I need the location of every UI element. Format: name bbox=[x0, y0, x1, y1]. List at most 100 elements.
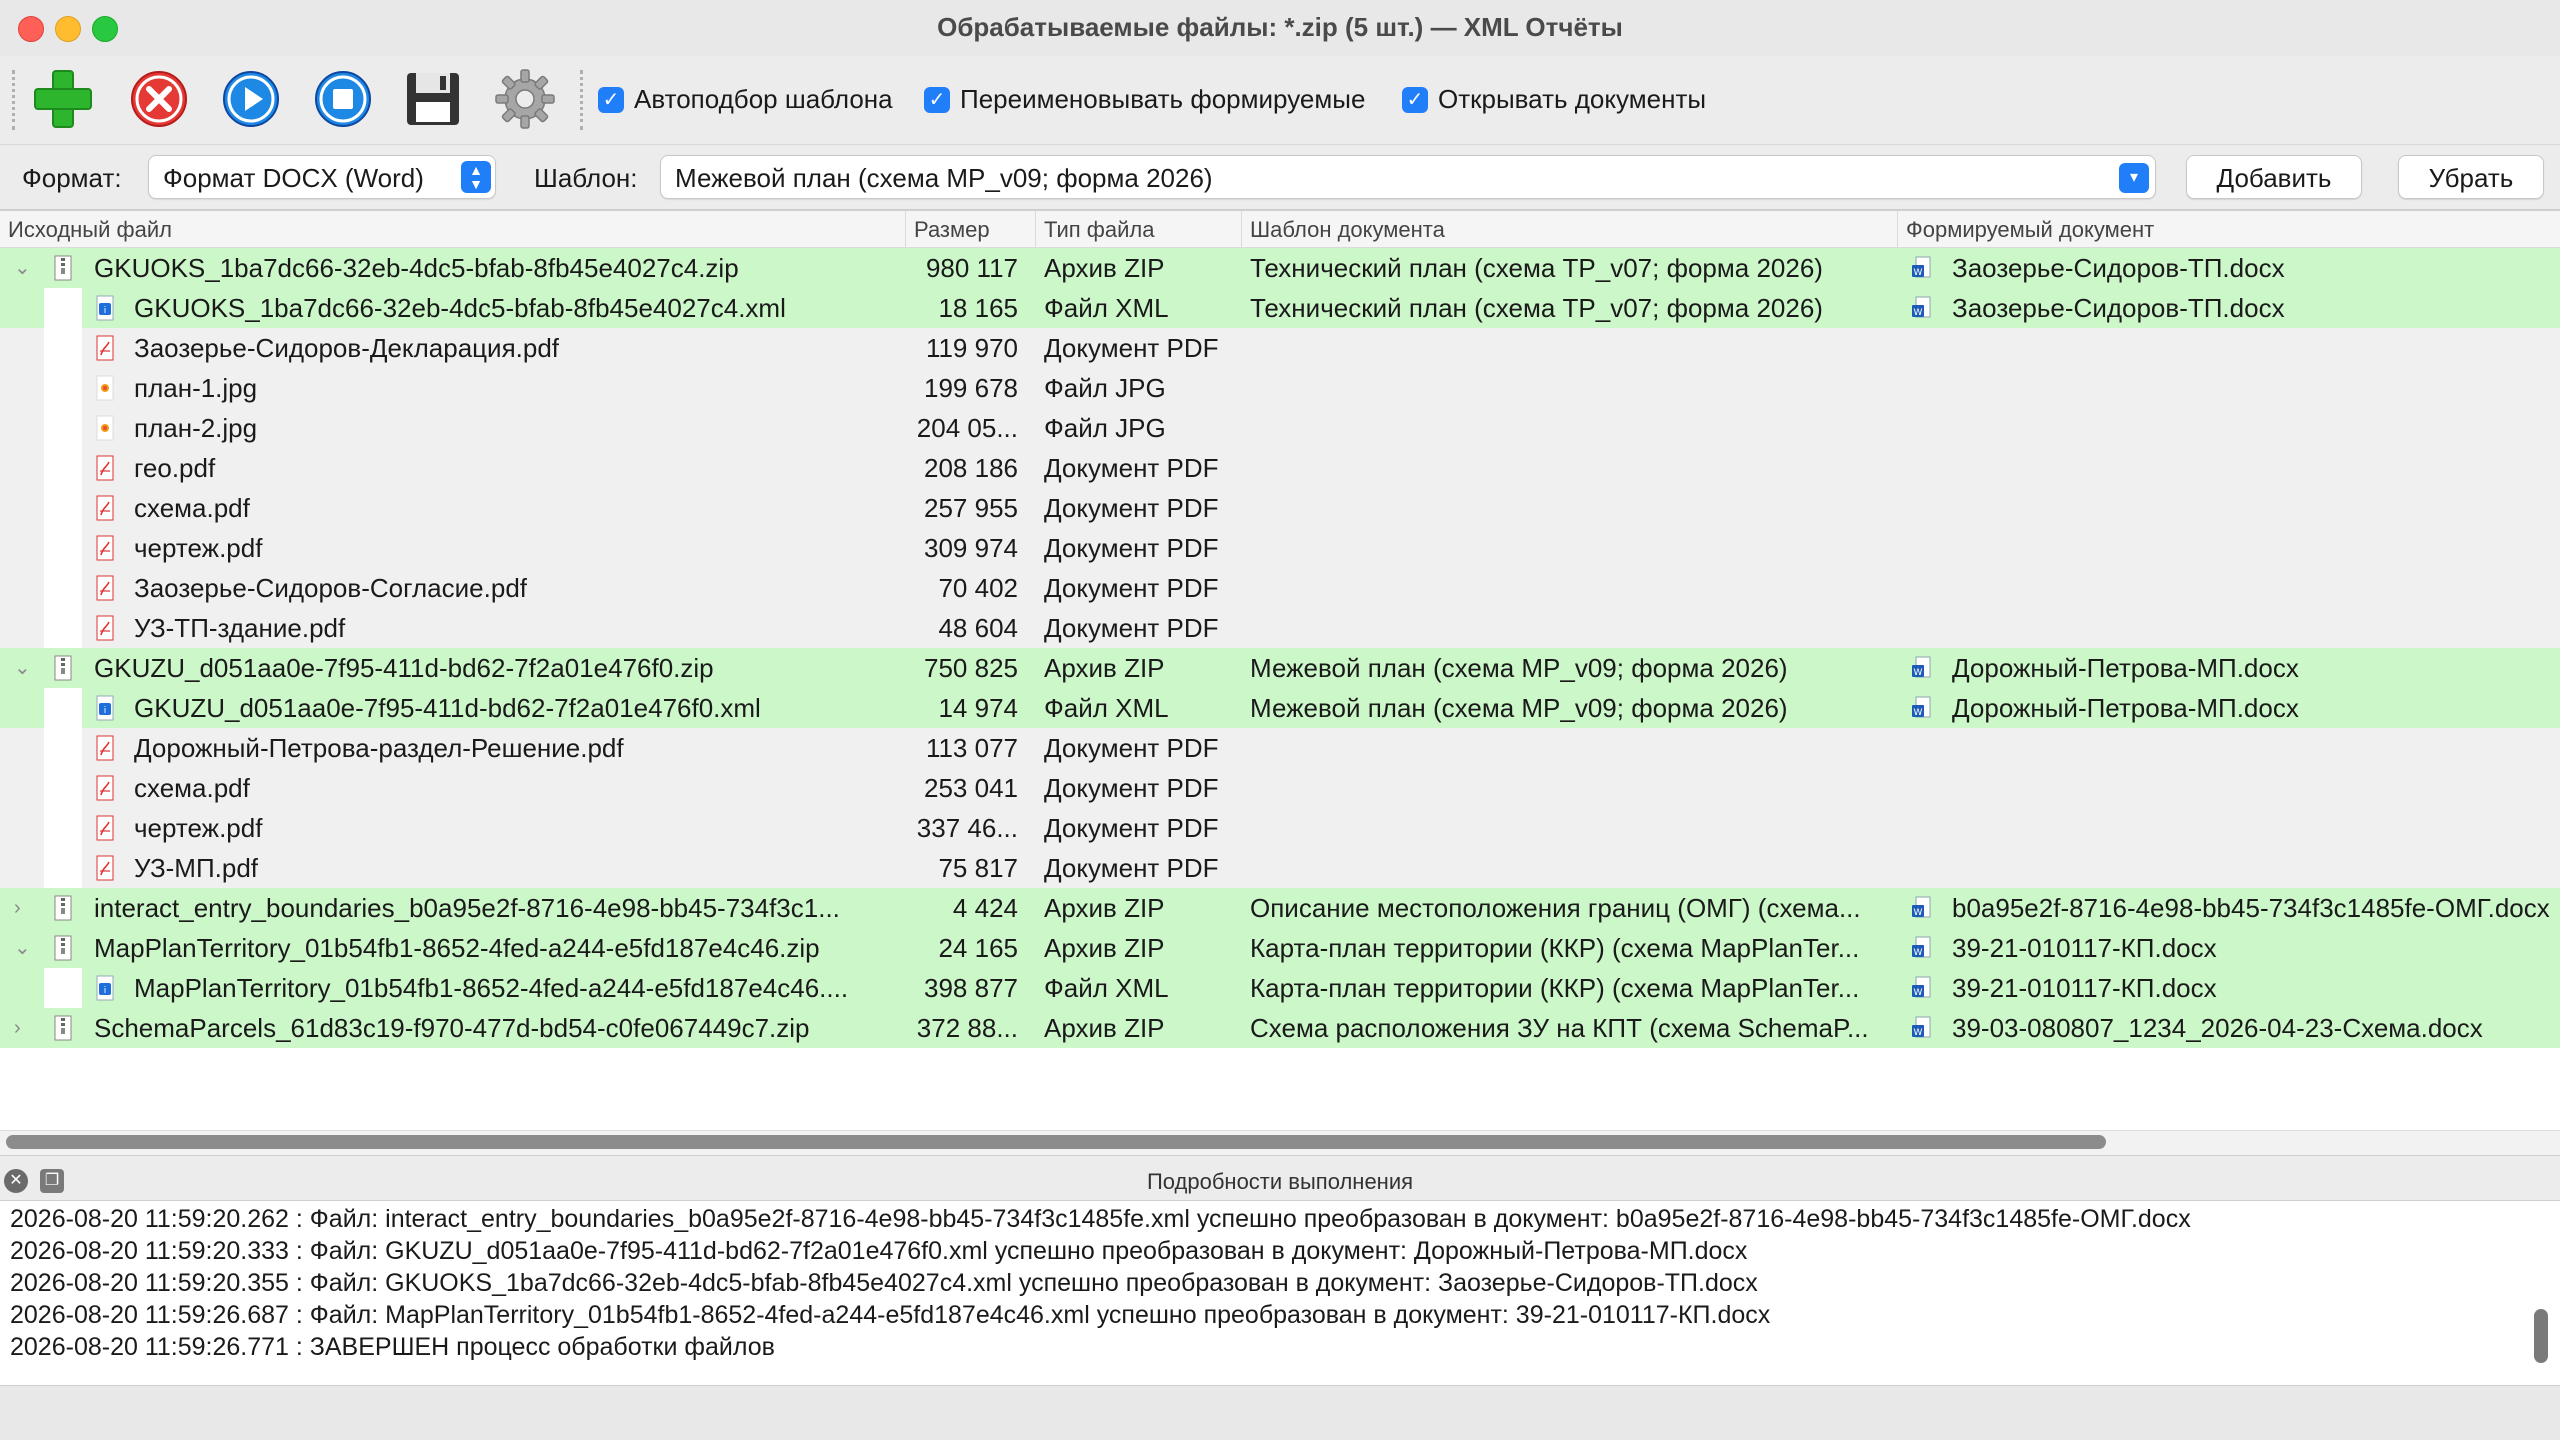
file-type: Файл JPG bbox=[1044, 373, 1166, 403]
table-row[interactable]: ⌄ MapPlanTerritory_01b54fb1-8652-4fed-a24… bbox=[0, 928, 2560, 968]
table-row[interactable]: ⌄ GKUOKS_1ba7dc66-32eb-4dc5-bfab-8fb45e40… bbox=[0, 248, 2560, 288]
open-documents-checkbox[interactable]: ✓ Открывать документы bbox=[1402, 84, 1706, 115]
column-header-template[interactable]: Шаблон документа bbox=[1242, 211, 1898, 247]
jpg-file-icon bbox=[94, 375, 116, 401]
document-template: Карта-план территории (ККР) (схема MapPl… bbox=[1250, 933, 1860, 963]
table-row[interactable]: чертеж.pdf 337 46... Документ PDF bbox=[0, 808, 2560, 848]
document-template bbox=[1250, 408, 1890, 448]
chevron-down-icon[interactable]: ⌄ bbox=[14, 648, 34, 688]
tree-indent bbox=[44, 728, 82, 768]
settings-button[interactable] bbox=[492, 66, 558, 132]
log-line: 2026-08-20 11:59:20.333 : Файл: GKUZU_d0… bbox=[10, 1237, 1748, 1265]
column-header-source[interactable]: Исходный файл bbox=[0, 211, 906, 247]
output-document bbox=[1952, 768, 2558, 808]
document-template bbox=[1250, 808, 1890, 848]
file-size: 14 974 bbox=[938, 693, 1018, 723]
file-size: 113 077 bbox=[925, 733, 1018, 763]
docx-file-icon: W bbox=[1910, 695, 1932, 721]
log-panel: 2026-08-20 11:59:20.262 : Файл: interact… bbox=[0, 1200, 2560, 1386]
checkmark-icon: ✓ bbox=[924, 86, 950, 113]
source-file-name: GKUOKS_1ba7dc66-32eb-4dc5-bfab-8fb45e402… bbox=[134, 293, 786, 323]
add-files-button[interactable] bbox=[30, 66, 96, 132]
table-row[interactable]: i GKUZU_d051aa0e-7f95-411d-bd62-7f2a01e47… bbox=[0, 688, 2560, 728]
log-line: 2026-08-20 11:59:20.262 : Файл: interact… bbox=[10, 1205, 2191, 1233]
file-size: 75 817 bbox=[938, 853, 1018, 883]
remove-template-button[interactable]: Убрать bbox=[2398, 155, 2544, 199]
tree-indent bbox=[44, 768, 82, 808]
log-panel-title: Подробности выполнения bbox=[1146, 1169, 1414, 1194]
tree-indent bbox=[44, 528, 82, 568]
add-template-button[interactable]: Добавить bbox=[2186, 155, 2362, 199]
tree-indent bbox=[44, 688, 82, 728]
document-template: Схема расположения ЗУ на КПТ (схема Sche… bbox=[1250, 1013, 1869, 1043]
toolbar-grip[interactable] bbox=[12, 70, 19, 130]
xml-file-icon: i bbox=[94, 975, 116, 1001]
docx-file-icon: W bbox=[1910, 255, 1932, 281]
column-header-type[interactable]: Тип файла bbox=[1036, 211, 1242, 247]
chevron-right-icon[interactable]: › bbox=[14, 1008, 34, 1048]
run-button[interactable] bbox=[218, 66, 284, 132]
svg-text:W: W bbox=[1914, 948, 1923, 958]
tree-indent bbox=[44, 368, 82, 408]
source-file-name: SchemaParcels_61d83c19-f970-477d-bd54-c0… bbox=[94, 1013, 810, 1043]
source-file-name: гео.pdf bbox=[134, 453, 216, 483]
chevron-down-icon[interactable]: ⌄ bbox=[14, 928, 34, 968]
table-row[interactable]: › interact_entry_boundaries_b0a95e2f-8716… bbox=[0, 888, 2560, 928]
save-button[interactable] bbox=[400, 66, 466, 132]
column-header-output[interactable]: Формируемый документ bbox=[1898, 211, 2560, 247]
file-type: Документ PDF bbox=[1044, 853, 1219, 883]
svg-text:W: W bbox=[1914, 908, 1923, 918]
table-row[interactable]: i GKUOKS_1ba7dc66-32eb-4dc5-bfab-8fb45e40… bbox=[0, 288, 2560, 328]
column-header-size[interactable]: Размер bbox=[906, 211, 1036, 247]
file-size: 398 877 bbox=[924, 973, 1018, 1003]
xml-file-icon: i bbox=[94, 695, 116, 721]
source-file-name: схема.pdf bbox=[134, 493, 250, 523]
format-select[interactable]: Формат DOCX (Word) ▲ ▼ bbox=[148, 155, 496, 199]
rename-output-checkbox[interactable]: ✓ Переименовывать формируемые bbox=[924, 84, 1365, 115]
log-scroll-thumb[interactable] bbox=[2534, 1309, 2548, 1363]
table-row[interactable]: Дорожный-Петрова-раздел-Решение.pdf 113 0… bbox=[0, 728, 2560, 768]
chevron-right-icon[interactable]: › bbox=[14, 888, 34, 928]
table-row[interactable]: Заозерье-Сидоров-Декларация.pdf 119 970 До… bbox=[0, 328, 2560, 368]
pdf-file-icon bbox=[94, 855, 116, 881]
template-select[interactable]: Межевой план (схема MP_v09; форма 2026) … bbox=[660, 155, 2156, 199]
pdf-file-icon bbox=[94, 575, 116, 601]
table-row[interactable]: схема.pdf 253 041 Документ PDF bbox=[0, 768, 2560, 808]
document-template bbox=[1250, 448, 1890, 488]
status-bar bbox=[0, 1386, 2560, 1440]
app-window: Обрабатываемые файлы: *.zip (5 шт.) — XM… bbox=[0, 0, 2560, 1440]
file-type: Файл XML bbox=[1044, 293, 1169, 323]
table-row[interactable]: ⌄ GKUZU_d051aa0e-7f95-411d-bd62-7f2a01e47… bbox=[0, 648, 2560, 688]
chevron-down-icon[interactable]: ⌄ bbox=[14, 248, 34, 288]
horizontal-scroll-thumb[interactable] bbox=[6, 1135, 2106, 1149]
file-type: Архив ZIP bbox=[1044, 933, 1165, 963]
table-row[interactable]: › SchemaParcels_61d83c19-f970-477d-bd54-c… bbox=[0, 1008, 2560, 1048]
file-type: Документ PDF bbox=[1044, 773, 1219, 803]
autoselect-template-checkbox[interactable]: ✓ Автоподбор шаблона bbox=[598, 84, 893, 115]
table-row[interactable]: план-1.jpg 199 678 Файл JPG bbox=[0, 368, 2560, 408]
zip-file-icon bbox=[52, 255, 74, 281]
settings-icon bbox=[495, 69, 555, 129]
output-document bbox=[1952, 608, 2558, 648]
table-row[interactable]: i MapPlanTerritory_01b54fb1-8652-4fed-a24… bbox=[0, 968, 2560, 1008]
table-row[interactable]: Заозерье-Сидоров-Согласие.pdf 70 402 Докум… bbox=[0, 568, 2560, 608]
docx-file-icon: W bbox=[1910, 975, 1932, 1001]
tree-indent bbox=[44, 608, 82, 648]
svg-text:W: W bbox=[1914, 708, 1923, 718]
table-row[interactable]: УЗ-ТП-здание.pdf 48 604 Документ PDF bbox=[0, 608, 2560, 648]
table-row[interactable]: схема.pdf 257 955 Документ PDF bbox=[0, 488, 2560, 528]
source-file-name: УЗ-МП.pdf bbox=[134, 853, 259, 883]
tree-indent bbox=[44, 808, 82, 848]
delete-files-button[interactable] bbox=[126, 66, 192, 132]
pdf-file-icon bbox=[94, 615, 116, 641]
document-template bbox=[1250, 328, 1890, 368]
checkmark-icon: ✓ bbox=[1402, 86, 1428, 113]
file-type: Документ PDF bbox=[1044, 813, 1219, 843]
document-template bbox=[1250, 528, 1890, 568]
table-row[interactable]: УЗ-МП.pdf 75 817 Документ PDF bbox=[0, 848, 2560, 888]
file-size: 119 970 bbox=[925, 333, 1018, 363]
stop-button[interactable] bbox=[310, 66, 376, 132]
table-row[interactable]: гео.pdf 208 186 Документ PDF bbox=[0, 448, 2560, 488]
table-row[interactable]: план-2.jpg 204 05... Файл JPG bbox=[0, 408, 2560, 448]
table-row[interactable]: чертеж.pdf 309 974 Документ PDF bbox=[0, 528, 2560, 568]
